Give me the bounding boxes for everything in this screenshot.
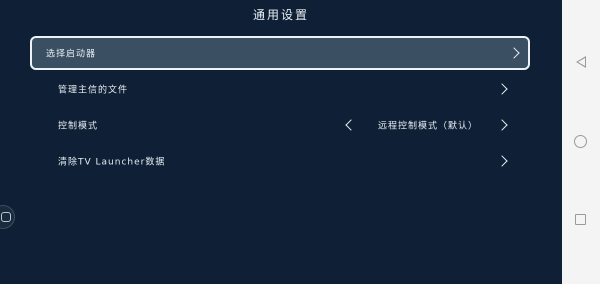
chevron-right-icon: [496, 83, 508, 95]
gamepad-icon: [1, 212, 11, 222]
floating-side-button[interactable]: [0, 205, 15, 229]
settings-item-manage-files[interactable]: 管理主信的文件: [30, 72, 530, 106]
chevron-right-icon: [508, 47, 520, 59]
settings-item-control-mode[interactable]: 控制模式 远程控制模式（默认）: [30, 108, 530, 142]
system-navigation-bar: [562, 0, 600, 284]
settings-screen: 通用设置 选择启动器 管理主信的文件 控制模式 远程控制模式（默认） 清除TV …: [0, 0, 562, 284]
settings-item-label: 管理主信的文件: [58, 85, 129, 96]
settings-item-label: 清除TV Launcher数据: [58, 157, 166, 168]
page-title: 通用设置: [252, 8, 309, 22]
settings-item-label: 控制模式: [58, 121, 99, 132]
chevron-left-icon[interactable]: [345, 119, 357, 131]
settings-item-clear-data[interactable]: 清除TV Launcher数据: [30, 144, 530, 178]
nav-home-icon[interactable]: [574, 135, 587, 148]
settings-item-select-launcher[interactable]: 选择启动器: [30, 36, 530, 70]
nav-recent-icon[interactable]: [575, 214, 586, 225]
nav-back-icon[interactable]: [576, 56, 586, 68]
settings-item-label: 选择启动器: [46, 49, 97, 60]
chevron-right-icon[interactable]: [496, 119, 508, 131]
chevron-right-icon: [496, 155, 508, 167]
control-mode-value: 远程控制模式（默认）: [377, 121, 478, 132]
